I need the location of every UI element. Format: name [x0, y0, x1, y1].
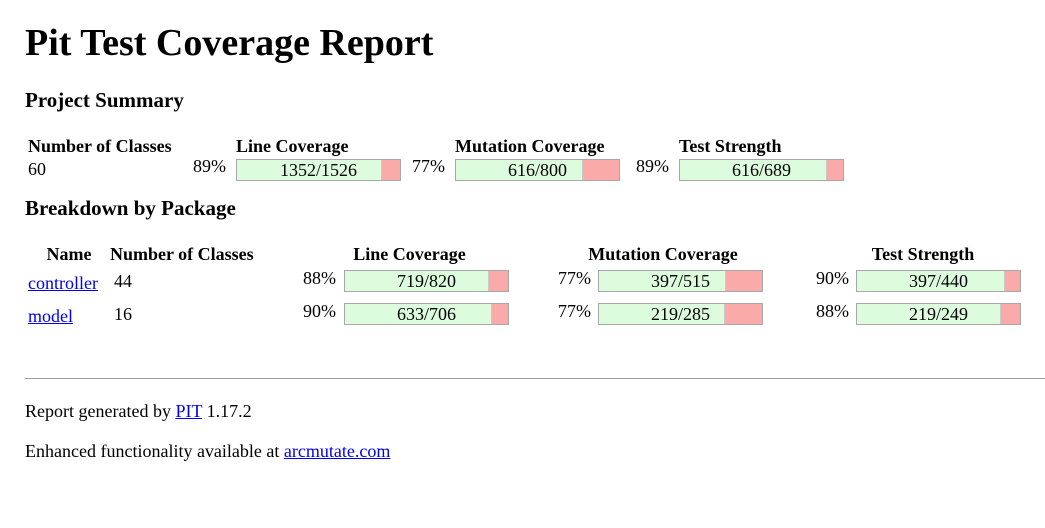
generated-by-text: Report generated by	[25, 401, 171, 421]
breakdown-header-line: Line Coverage	[353, 243, 466, 264]
package-row: model 16 90% 633/706 77% 219/285 88% 219…	[28, 298, 1043, 331]
arcmutate-link[interactable]: arcmutate.com	[284, 441, 390, 461]
breakdown-header-strength: Test Strength	[871, 243, 975, 264]
footer-divider	[25, 378, 1045, 379]
package-link-model[interactable]: model	[28, 306, 73, 326]
summary-header-classes: Number of Classes	[28, 136, 172, 156]
breakdown-heading: Breakdown by Package	[25, 195, 236, 220]
summary-strength-legend: 616/689	[731, 159, 791, 180]
project-summary-heading: Project Summary	[25, 88, 184, 112]
breakdown-header-name: Name	[46, 243, 92, 264]
package-line-bar: 633/706	[344, 303, 509, 326]
generated-by-line: Report generated by PIT 1.17.2	[25, 400, 252, 422]
summary-mutation-legend: 616/800	[507, 159, 567, 180]
breakdown-header-classes: Number of Classes	[110, 243, 254, 264]
pit-version: 1.17.2	[206, 401, 252, 421]
summary-mutation-pct: 77%	[412, 155, 445, 176]
package-line-legend: 633/706	[396, 304, 456, 325]
package-line-pct: 88%	[303, 268, 336, 289]
package-strength-legend: 219/249	[908, 304, 968, 325]
package-mutation-bar: 397/515	[598, 270, 763, 293]
summary-mutation-bar: 616/800	[455, 158, 620, 181]
package-mutation-legend: 397/515	[650, 271, 710, 292]
package-classes: 16	[114, 303, 132, 324]
package-line-legend: 719/820	[396, 271, 456, 292]
summary-row: 60 89% 1352/1526 77% 616/800 89% 616/689	[28, 155, 844, 181]
report-page: Pit Test Coverage Report Project Summary…	[0, 0, 1045, 331]
enhanced-functionality-line: Enhanced functionality available at arcm…	[25, 440, 390, 462]
enhanced-functionality-text: Enhanced functionality available at	[25, 441, 280, 461]
summary-classes-value: 60	[28, 158, 46, 179]
summary-strength-pct: 89%	[636, 155, 669, 176]
package-strength-pct: 90%	[816, 268, 849, 289]
summary-strength-bar: 616/689	[679, 158, 844, 181]
package-mutation-pct: 77%	[558, 268, 591, 289]
summary-header-strength: Test Strength	[679, 136, 782, 156]
summary-line-legend: 1352/1526	[279, 159, 357, 180]
summary-line-bar: 1352/1526	[236, 158, 401, 181]
package-mutation-legend: 219/285	[650, 304, 710, 325]
page-title: Pit Test Coverage Report	[25, 22, 434, 64]
summary-header-mutation: Mutation Coverage	[455, 136, 605, 156]
summary-header-line: Line Coverage	[236, 136, 349, 156]
package-strength-legend: 397/440	[908, 271, 968, 292]
package-line-bar: 719/820	[344, 270, 509, 293]
package-strength-bar: 219/249	[856, 303, 1021, 326]
package-link-controller[interactable]: controller	[28, 273, 98, 293]
breakdown-table: Name Number of Classes Line Coverage Mut…	[28, 243, 1043, 331]
package-row: controller 44 88% 719/820 77% 397/515 90…	[28, 265, 1043, 298]
package-strength-bar: 397/440	[856, 270, 1021, 293]
package-strength-pct: 88%	[816, 301, 849, 322]
project-summary-table: Number of Classes Line Coverage Mutation…	[28, 135, 844, 181]
package-mutation-bar: 219/285	[598, 303, 763, 326]
package-classes: 44	[114, 270, 132, 291]
package-mutation-pct: 77%	[558, 301, 591, 322]
breakdown-header-mutation: Mutation Coverage	[588, 243, 738, 264]
package-line-pct: 90%	[303, 301, 336, 322]
summary-line-pct: 89%	[193, 155, 226, 176]
pit-link[interactable]: PIT	[175, 401, 202, 421]
